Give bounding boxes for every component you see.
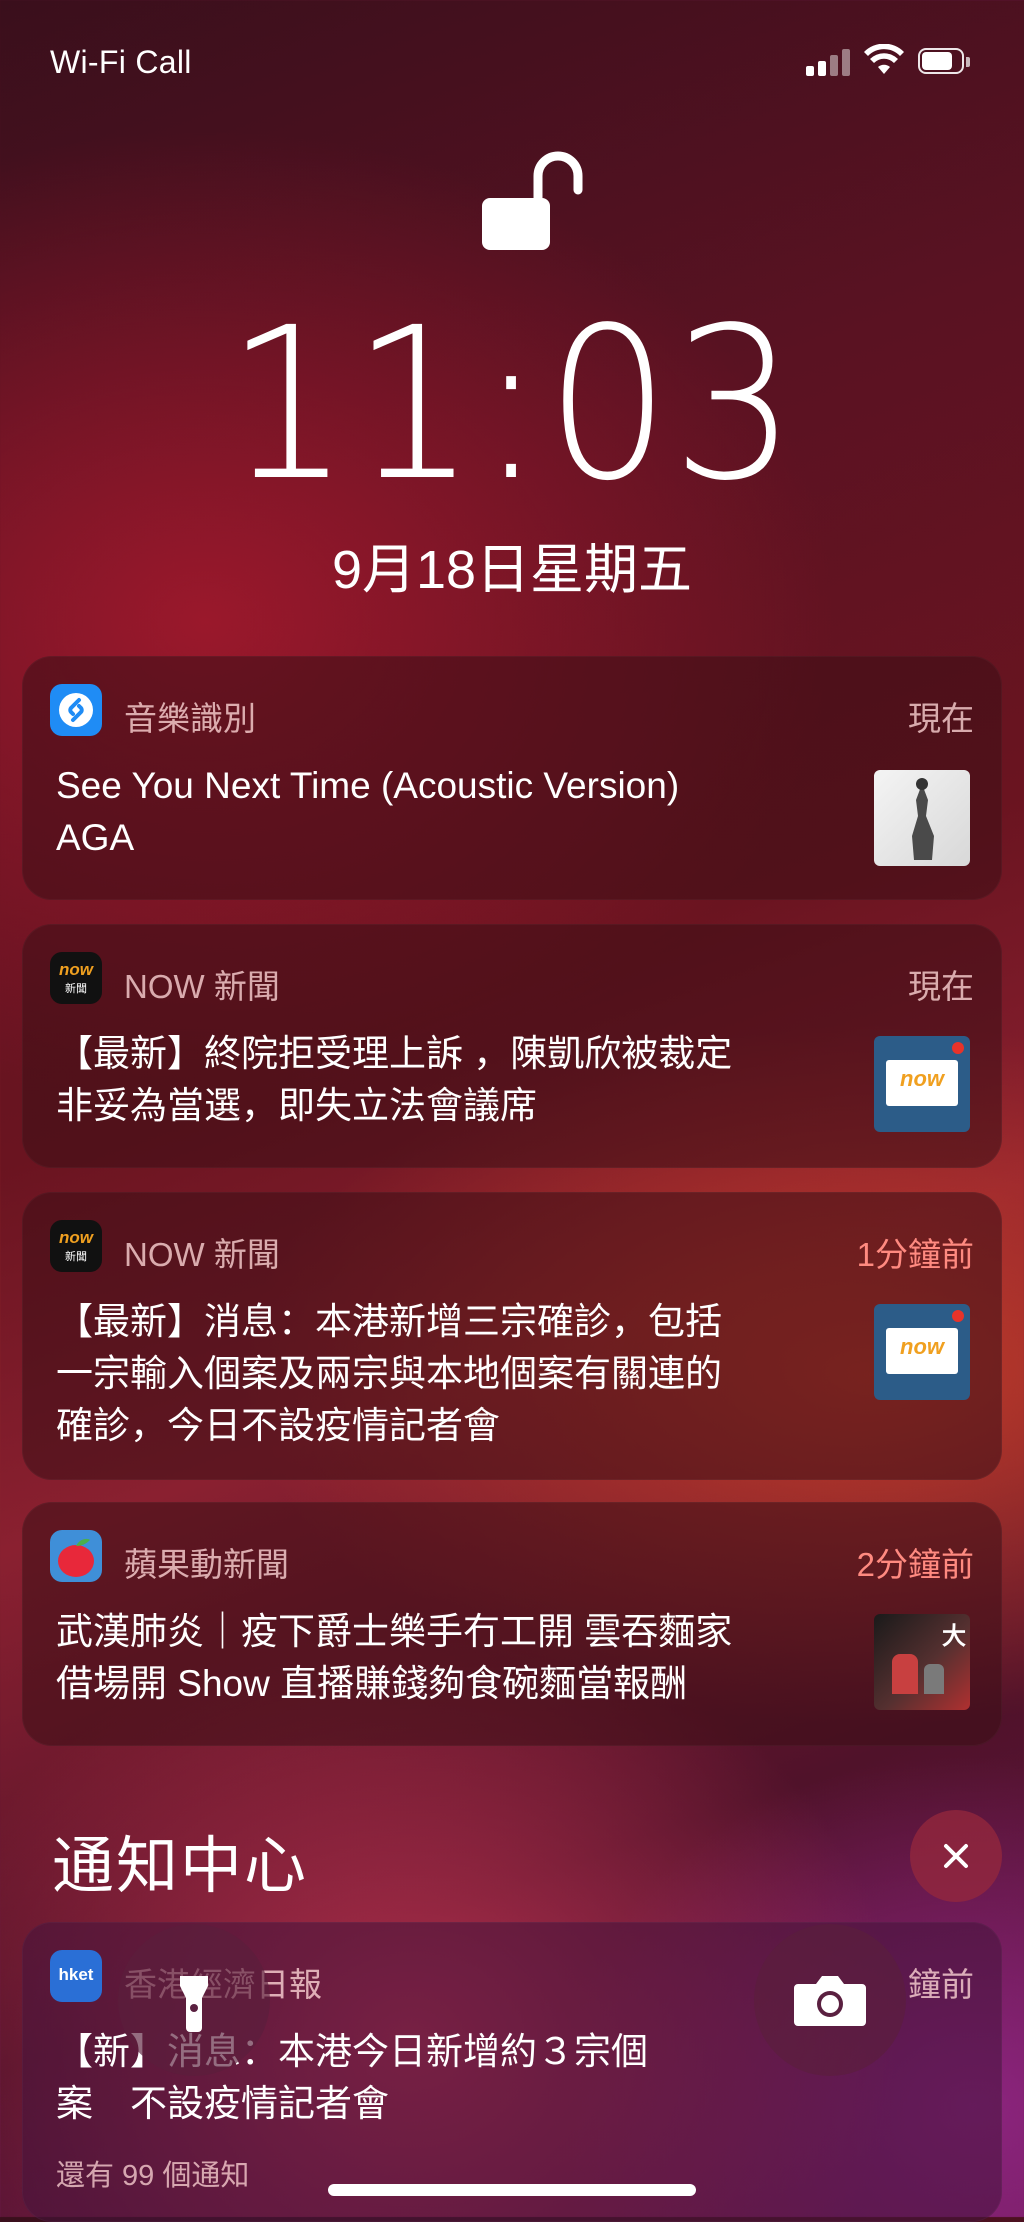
album-art-thumbnail <box>874 770 970 866</box>
notification-app-name: NOW 新聞 <box>124 968 280 1005</box>
notification-line: 確診，今日不設疫情記者會 <box>56 1405 500 1446</box>
clear-notifications-button[interactable] <box>910 1810 1002 1902</box>
wifi-icon <box>864 43 904 76</box>
home-indicator[interactable] <box>328 2184 696 2196</box>
battery-icon <box>918 48 974 76</box>
notification-line: 非妥為當選，即失立法會議席 <box>56 1085 537 1126</box>
notification-line: 【最新】終院拒受理上訴 ，陳凱欣被裁定 <box>56 1033 733 1074</box>
notification-line: 一宗輸入個案及兩宗與本地個案有關連的 <box>56 1353 722 1394</box>
now-news-thumbnail: now <box>874 1036 970 1132</box>
flashlight-icon <box>180 1976 208 2032</box>
notification-time: 2分鐘前 <box>856 1546 974 1583</box>
now-news-app-icon: now 新聞 <box>50 952 102 1004</box>
news-photo-thumbnail: 大 <box>874 1614 970 1710</box>
apple-daily-app-icon <box>50 1530 102 1582</box>
notification-app-name: NOW 新聞 <box>124 1236 280 1273</box>
notification-content: 【最新】終院拒受理上訴 ，陳凱欣被裁定 非妥為當選，即失立法會議席 <box>56 1028 852 1132</box>
cellular-signal-icon <box>806 48 852 76</box>
camera-icon <box>794 1976 866 2026</box>
notification-line: 借場開 Show 直播賺錢夠食碗麵當報酬 <box>56 1663 688 1704</box>
notification-time: 1分鐘前 <box>856 1236 974 1273</box>
close-icon <box>944 1844 968 1868</box>
song-title: See You Next Time (Acoustic Version) <box>56 765 680 806</box>
lock-screen-clock: 11:03 <box>225 282 799 527</box>
notification-time: 鐘前 <box>908 1966 974 2003</box>
camera-button[interactable] <box>754 1924 906 2076</box>
notification-content: 【最新】消息：本港新增三宗確診，包括 一宗輸入個案及兩宗與本地個案有關連的 確診… <box>56 1296 852 1452</box>
unlocked-padlock-icon <box>476 146 586 256</box>
song-artist: AGA <box>56 817 135 858</box>
hket-app-icon: hket <box>50 1950 102 2002</box>
notification-content: 武漢肺炎｜疫下爵士樂手冇工開 雲吞麵家 借場開 Show 直播賺錢夠食碗麵當報酬 <box>56 1606 832 1710</box>
notification-line: 案 不設疫情記者會 <box>56 2083 389 2124</box>
notification-time: 現在 <box>908 968 974 1005</box>
notification-time: 現在 <box>908 700 974 737</box>
notification-music-recognition[interactable]: 音樂識別 現在 See You Next Time (Acoustic Vers… <box>22 656 1002 900</box>
shazam-app-icon <box>50 684 102 736</box>
lock-screen-date: 9月18日星期五 <box>331 540 693 600</box>
notification-content: See You Next Time (Acoustic Version) AGA <box>56 760 852 864</box>
now-news-app-icon: now 新聞 <box>50 1220 102 1272</box>
flashlight-button[interactable] <box>118 1924 270 2076</box>
notification-line: 【最新】消息：本港新增三宗確診，包括 <box>56 1301 722 1342</box>
notification-center-title: 通知中心 <box>52 1832 309 1901</box>
notification-now-news-1[interactable]: now 新聞 NOW 新聞 現在 【最新】終院拒受理上訴 ，陳凱欣被裁定 非妥為… <box>22 924 1002 1168</box>
notification-line: 武漢肺炎｜疫下爵士樂手冇工開 雲吞麵家 <box>56 1611 733 1652</box>
more-notifications-count: 還有 99 個通知 <box>56 2160 250 2192</box>
notification-app-name: 音樂識別 <box>124 700 256 737</box>
notification-now-news-2[interactable]: now 新聞 NOW 新聞 1分鐘前 【最新】消息：本港新增三宗確診，包括 一宗… <box>22 1192 1002 1480</box>
notification-app-name: 蘋果動新聞 <box>124 1546 289 1583</box>
now-news-thumbnail: now <box>874 1304 970 1400</box>
carrier-label: Wi-Fi Call <box>50 44 192 80</box>
notification-apple-daily[interactable]: 蘋果動新聞 2分鐘前 武漢肺炎｜疫下爵士樂手冇工開 雲吞麵家 借場開 Show … <box>22 1502 1002 1746</box>
